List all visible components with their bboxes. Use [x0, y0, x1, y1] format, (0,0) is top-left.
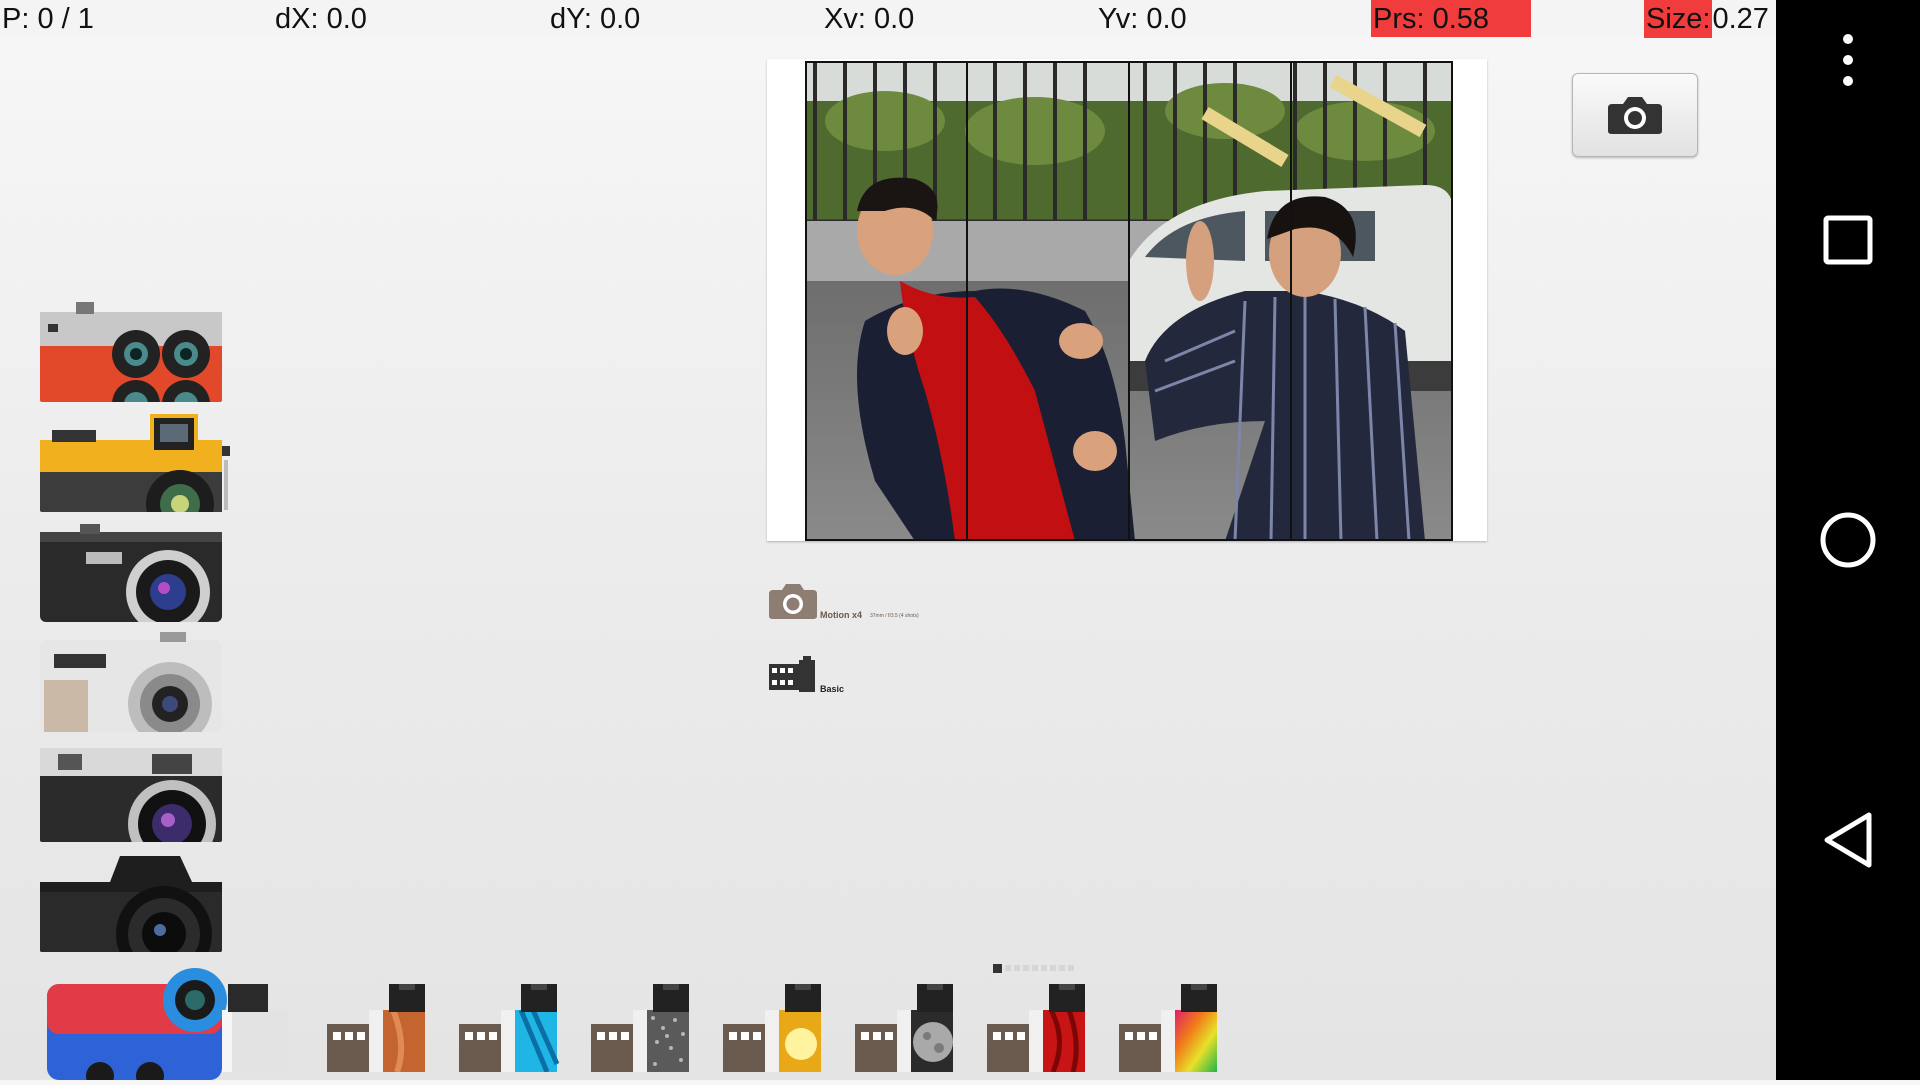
film-canister-icon — [769, 656, 815, 692]
film-red-icon — [987, 984, 1085, 1074]
film-info: Basic — [768, 656, 844, 694]
camera-detail-label: 37mm / f/3.5 (4 shots) — [870, 613, 919, 619]
film-rainbow[interactable] — [1119, 984, 1244, 1072]
film-golden[interactable] — [723, 984, 848, 1072]
film-red[interactable] — [987, 984, 1112, 1074]
camera-dslr[interactable] — [40, 852, 222, 952]
quad-lens-camera-icon — [40, 302, 222, 402]
film-aqua-icon — [459, 984, 560, 1073]
film-grain[interactable] — [591, 984, 716, 1072]
yellow-camera-icon — [40, 414, 230, 512]
page-dot — [1041, 965, 1047, 971]
page-dot-active — [993, 964, 1002, 973]
silver-camera-icon — [40, 632, 222, 732]
film-basic[interactable] — [222, 984, 290, 1072]
photo-scene — [805, 61, 1453, 541]
photo-preview[interactable] — [767, 59, 1487, 541]
camera-icon — [1608, 97, 1662, 134]
size-readout: Size:0.27 — [1644, 0, 1769, 38]
page-dot — [1032, 965, 1038, 971]
page-dot — [1014, 965, 1020, 971]
page-dot — [1050, 965, 1056, 971]
film-golden-icon — [723, 984, 821, 1072]
film-basic-icon — [222, 984, 288, 1072]
page-dot — [1059, 965, 1065, 971]
dy-readout: dY: 0.0 — [550, 3, 641, 35]
yv-readout: Yv: 0.0 — [1098, 3, 1187, 35]
camera-black-compact[interactable] — [40, 522, 222, 622]
film-grain-icon — [591, 984, 689, 1072]
xv-readout: Xv: 0.0 — [824, 3, 915, 35]
camera-name-label: Motion x4 — [820, 610, 862, 620]
blue-red-camera-icon — [47, 968, 227, 1085]
size-value: 0.27 — [1712, 3, 1769, 35]
home-button[interactable] — [1776, 500, 1920, 580]
home-icon — [1820, 512, 1876, 568]
back-button[interactable] — [1776, 800, 1920, 880]
camera-rangefinder[interactable] — [40, 742, 222, 842]
shutter-button[interactable] — [1572, 73, 1698, 157]
dx-readout: dX: 0.0 — [275, 3, 367, 35]
camera-blue-red-toy[interactable] — [40, 964, 232, 1085]
rangefinder-camera-icon — [40, 748, 222, 842]
page-indicator — [993, 964, 1074, 973]
film-moon[interactable] — [855, 984, 980, 1072]
size-label: Size: — [1644, 0, 1713, 38]
pointer-readout: P: 0 / 1 — [2, 3, 94, 35]
black-compact-camera-icon — [40, 524, 222, 622]
back-icon — [1824, 812, 1872, 868]
film-rainbow-icon — [1119, 984, 1217, 1072]
film-aqua[interactable] — [459, 984, 584, 1073]
recents-icon — [1823, 215, 1873, 265]
dslr-camera-icon — [40, 856, 222, 952]
motion-x4-photo — [805, 61, 1453, 541]
pressure-readout: Prs: 0.58 — [1371, 0, 1531, 37]
overflow-menu-icon — [1843, 34, 1853, 86]
film-moon-icon — [855, 984, 953, 1072]
overflow-menu-button[interactable] — [1776, 24, 1920, 96]
page-dot — [1023, 965, 1029, 971]
camera-yellow-toy[interactable] — [40, 412, 232, 512]
camera-silver-compact[interactable] — [40, 632, 222, 732]
film-copper-icon — [327, 984, 425, 1074]
page-dot — [1068, 965, 1074, 971]
debug-overlay: P: 0 / 1 dX: 0.0 dY: 0.0 Xv: 0.0 Yv: 0.0… — [0, 0, 1776, 38]
recents-button[interactable] — [1776, 200, 1920, 280]
navigation-bar — [1776, 0, 1920, 1080]
page-dot — [1005, 965, 1011, 971]
film-copper[interactable] — [327, 984, 452, 1074]
camera-info: Motion x4 37mm / f/3.5 (4 shots) — [768, 582, 919, 620]
film-name-label: Basic — [820, 684, 845, 694]
camera-quad-lens-red[interactable] — [40, 302, 222, 402]
camera-info-icon — [769, 584, 817, 619]
